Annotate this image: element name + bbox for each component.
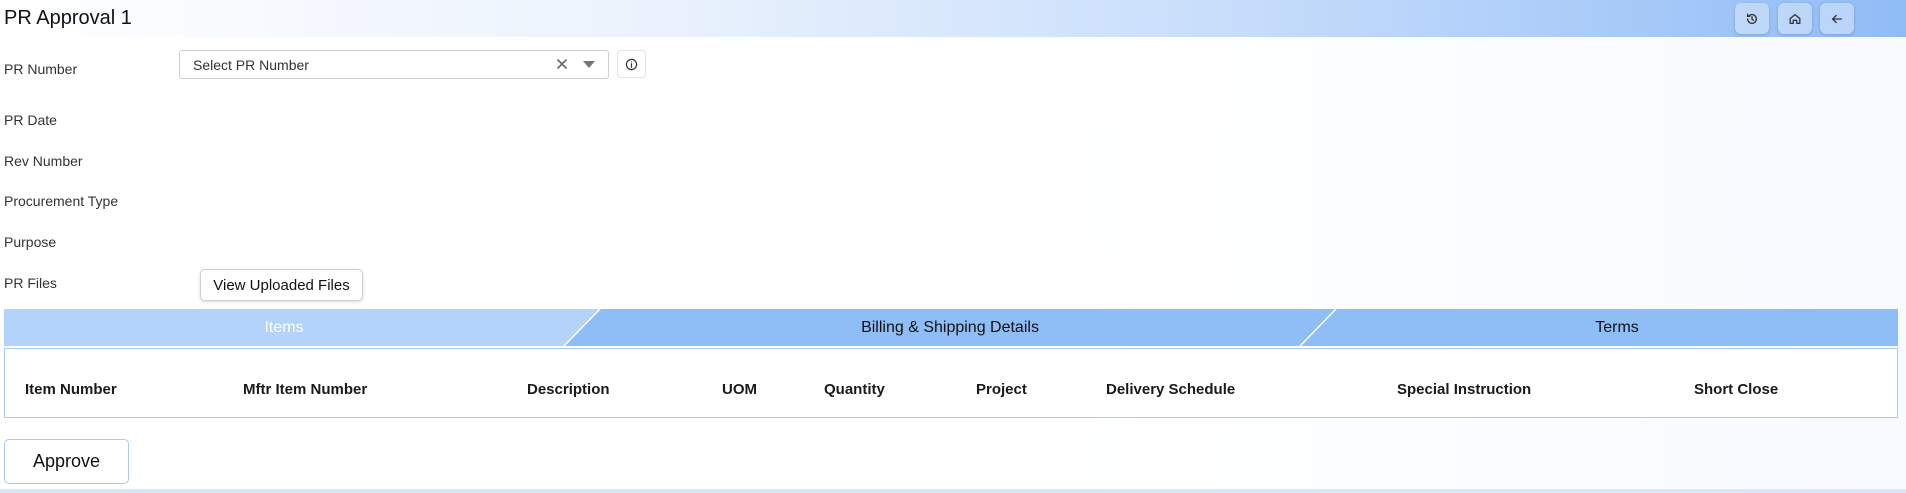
items-table: Item Number Mftr Item Number Description… (4, 348, 1898, 418)
pr-files-label: PR Files (4, 275, 57, 291)
column-header-quantity: Quantity (824, 381, 885, 398)
back-button[interactable] (1820, 3, 1854, 34)
tab-terms[interactable]: Terms (1336, 319, 1898, 337)
tab-items[interactable]: Items (4, 319, 564, 337)
tab-bar: Items Billing & Shipping Details Terms (4, 309, 1898, 346)
pr-number-placeholder: Select PR Number (193, 57, 309, 73)
info-icon (625, 58, 638, 70)
rev-number-label: Rev Number (4, 153, 83, 169)
pr-number-info-button[interactable] (617, 50, 646, 78)
pr-number-label: PR Number (4, 61, 78, 77)
tab-billing-shipping[interactable]: Billing & Shipping Details (600, 319, 1300, 337)
purpose-label: Purpose (4, 234, 57, 250)
procurement-type-label: Procurement Type (4, 193, 119, 209)
bottom-bar (0, 489, 1906, 493)
page-header: PR Approval 1 (0, 0, 1906, 37)
approve-button[interactable]: Approve (4, 439, 129, 484)
column-header-short-close: Short Close (1694, 381, 1779, 398)
chevron-down-icon[interactable] (583, 61, 595, 68)
column-header-special-instruction: Special Instruction (1397, 381, 1532, 398)
column-header-project: Project (976, 381, 1027, 398)
arrow-left-icon (1831, 14, 1843, 23)
pr-number-select[interactable]: Select PR Number (179, 50, 609, 79)
history-icon (1746, 13, 1758, 24)
history-button[interactable] (1735, 3, 1769, 34)
page-title: PR Approval 1 (4, 7, 132, 29)
column-header-description: Description (527, 381, 610, 398)
view-uploaded-files-button[interactable]: View Uploaded Files (200, 269, 363, 301)
home-icon (1789, 13, 1801, 24)
pr-date-label: PR Date (4, 112, 57, 128)
column-header-mftr-item-number: Mftr Item Number (243, 381, 368, 398)
column-header-item-number: Item Number (25, 381, 117, 398)
column-header-delivery-schedule: Delivery Schedule (1106, 381, 1236, 398)
home-button[interactable] (1778, 3, 1812, 34)
clear-icon[interactable] (555, 57, 569, 71)
column-header-uom: UOM (722, 381, 757, 398)
